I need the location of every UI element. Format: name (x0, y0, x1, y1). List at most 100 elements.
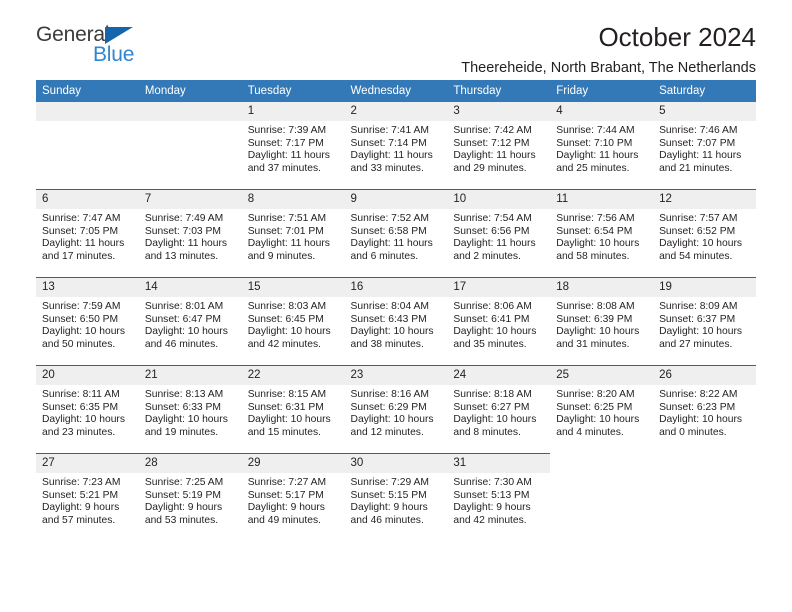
sunrise-text: Sunrise: 8:15 AM (247, 389, 327, 400)
calendar-day-cell[interactable]: 9 Sunrise: 7:52 AM Sunset: 6:58 PM Daylight… (344, 189, 448, 278)
day-number-placeholder (138, 102, 242, 121)
sunset-text: Sunset: 7:14 PM (350, 137, 427, 149)
daylight-text: Daylight: 9 hours and 46 minutes. (350, 502, 428, 526)
calendar-page: General Blue October 2024 Theereheide, N… (0, 0, 792, 612)
calendar-day-cell[interactable]: 11 Sunrise: 7:56 AM Sunset: 6:54 PM Dayligh… (550, 189, 654, 278)
day-details: Sunrise: 7:29 AM Sunset: 5:15 PM Daylight:… (345, 473, 448, 527)
calendar-cell-empty (550, 453, 654, 541)
daylight-text: Daylight: 11 hours and 9 minutes. (247, 238, 330, 262)
daylight-text: Daylight: 10 hours and 46 minutes. (144, 326, 228, 350)
daylight-text: Daylight: 10 hours and 58 minutes. (556, 238, 640, 262)
day-number: 28 (138, 454, 242, 473)
page-header: General Blue October 2024 Theereheide, N… (36, 0, 756, 76)
calendar-day-cell[interactable]: 7 Sunrise: 7:49 AM Sunset: 7:03 PM Daylight… (138, 189, 242, 278)
calendar-day-cell[interactable]: 31 Sunrise: 7:30 AM Sunset: 5:13 PM Dayligh… (447, 453, 551, 541)
sunset-text: Sunset: 6:23 PM (659, 401, 736, 413)
day-number: 7 (138, 190, 242, 209)
calendar-cell-empty (36, 102, 139, 190)
sunset-text: Sunset: 7:07 PM (659, 137, 736, 149)
calendar-grid: Sunday Monday Tuesday Wednesday Thursday… (36, 80, 756, 541)
sunrise-text: Sunrise: 8:08 AM (556, 301, 635, 312)
day-number: 14 (138, 278, 242, 297)
calendar-day-cell[interactable]: 13 Sunrise: 7:59 AM Sunset: 6:50 PM Dayligh… (36, 277, 139, 366)
calendar-day-cell[interactable]: 29 Sunrise: 7:27 AM Sunset: 5:17 PM Dayligh… (241, 453, 345, 541)
logo-text-general: General (36, 23, 110, 46)
day-details: Sunrise: 8:20 AM Sunset: 6:25 PM Daylight:… (550, 385, 653, 439)
sunset-text: Sunset: 7:05 PM (42, 225, 119, 237)
day-details: Sunrise: 7:51 AM Sunset: 7:01 PM Daylight:… (242, 209, 345, 263)
day-number-placeholder (36, 102, 139, 121)
calendar-day-cell[interactable]: 25 Sunrise: 8:20 AM Sunset: 6:25 PM Dayligh… (550, 365, 654, 454)
daylight-text: Daylight: 10 hours and 15 minutes. (247, 414, 331, 438)
sunset-text: Sunset: 6:54 PM (556, 225, 633, 237)
day-details: Sunrise: 8:13 AM Sunset: 6:33 PM Daylight:… (139, 385, 242, 439)
daylight-text: Daylight: 10 hours and 0 minutes. (659, 414, 743, 438)
sunrise-text: Sunrise: 7:47 AM (42, 213, 121, 224)
calendar-day-cell[interactable]: 30 Sunrise: 7:29 AM Sunset: 5:15 PM Dayligh… (344, 453, 448, 541)
sunrise-text: Sunrise: 7:59 AM (42, 301, 121, 312)
day-details: Sunrise: 8:08 AM Sunset: 6:39 PM Daylight:… (550, 297, 653, 351)
daylight-text: Daylight: 11 hours and 25 minutes. (556, 150, 639, 174)
day-details: Sunrise: 7:27 AM Sunset: 5:17 PM Daylight:… (242, 473, 345, 527)
calendar-day-cell[interactable]: 16 Sunrise: 8:04 AM Sunset: 6:43 PM Dayligh… (344, 277, 448, 366)
calendar-week-row: 6 Sunrise: 7:47 AM Sunset: 7:05 PM Daylight… (36, 189, 756, 278)
calendar-day-cell[interactable]: 6 Sunrise: 7:47 AM Sunset: 7:05 PM Daylight… (36, 189, 139, 278)
calendar-week-row: 13 Sunrise: 7:59 AM Sunset: 6:50 PM Dayligh… (36, 277, 756, 366)
day-number: 9 (344, 190, 448, 209)
day-number-placeholder (550, 454, 653, 473)
sunrise-text: Sunrise: 8:16 AM (350, 389, 429, 400)
weekday-header-tuesday: Tuesday (241, 80, 345, 102)
calendar-day-cell[interactable]: 27 Sunrise: 7:23 AM Sunset: 5:21 PM Dayligh… (36, 453, 139, 541)
calendar-day-cell[interactable]: 17 Sunrise: 8:06 AM Sunset: 6:41 PM Dayligh… (447, 277, 551, 366)
calendar-day-cell[interactable]: 12 Sunrise: 7:57 AM Sunset: 6:52 PM Dayligh… (653, 189, 756, 278)
sunrise-text: Sunrise: 8:03 AM (247, 301, 327, 312)
calendar-day-cell[interactable]: 20 Sunrise: 8:11 AM Sunset: 6:35 PM Dayligh… (36, 365, 139, 454)
day-number: 29 (241, 454, 345, 473)
day-details: Sunrise: 8:15 AM Sunset: 6:31 PM Daylight:… (242, 385, 345, 439)
calendar-day-cell[interactable]: 2 Sunrise: 7:41 AM Sunset: 7:14 PM Daylight… (344, 102, 448, 190)
sunset-text: Sunset: 6:31 PM (247, 401, 324, 413)
day-details: Sunrise: 8:22 AM Sunset: 6:23 PM Daylight:… (653, 385, 756, 439)
daylight-text: Daylight: 10 hours and 35 minutes. (453, 326, 537, 350)
calendar-day-cell[interactable]: 22 Sunrise: 8:15 AM Sunset: 6:31 PM Dayligh… (241, 365, 345, 454)
sunrise-text: Sunrise: 7:46 AM (659, 125, 738, 136)
day-number: 23 (344, 366, 448, 385)
sunrise-text: Sunrise: 7:25 AM (144, 477, 224, 488)
general-blue-logo[interactable]: General Blue (36, 24, 196, 74)
calendar-day-cell[interactable]: 4 Sunrise: 7:44 AM Sunset: 7:10 PM Daylight… (550, 102, 654, 190)
daylight-text: Daylight: 9 hours and 53 minutes. (144, 502, 223, 526)
daylight-text: Daylight: 10 hours and 38 minutes. (350, 326, 434, 350)
calendar-day-cell[interactable]: 24 Sunrise: 8:18 AM Sunset: 6:27 PM Dayligh… (447, 365, 551, 454)
calendar-day-cell[interactable]: 21 Sunrise: 8:13 AM Sunset: 6:33 PM Dayligh… (138, 365, 242, 454)
sunset-text: Sunset: 6:25 PM (556, 401, 633, 413)
calendar-day-cell[interactable]: 5 Sunrise: 7:46 AM Sunset: 7:07 PM Daylight… (653, 102, 756, 190)
daylight-text: Daylight: 11 hours and 21 minutes. (659, 150, 742, 174)
calendar-day-cell[interactable]: 14 Sunrise: 8:01 AM Sunset: 6:47 PM Dayligh… (138, 277, 242, 366)
calendar-day-cell[interactable]: 28 Sunrise: 7:25 AM Sunset: 5:19 PM Dayligh… (138, 453, 242, 541)
sunset-text: Sunset: 6:41 PM (453, 313, 530, 325)
day-details: Sunrise: 7:59 AM Sunset: 6:50 PM Daylight:… (36, 297, 139, 351)
daylight-text: Daylight: 10 hours and 42 minutes. (247, 326, 331, 350)
calendar-day-cell[interactable]: 1 Sunrise: 7:39 AM Sunset: 7:17 PM Daylight… (241, 102, 345, 190)
sunrise-text: Sunrise: 7:39 AM (247, 125, 327, 136)
day-number: 19 (653, 278, 756, 297)
sunrise-text: Sunrise: 7:23 AM (42, 477, 121, 488)
day-number: 13 (36, 278, 139, 297)
day-number: 22 (241, 366, 345, 385)
calendar-day-cell[interactable]: 19 Sunrise: 8:09 AM Sunset: 6:37 PM Dayligh… (653, 277, 756, 366)
calendar-day-cell[interactable]: 8 Sunrise: 7:51 AM Sunset: 7:01 PM Daylight… (241, 189, 345, 278)
calendar-day-cell[interactable]: 18 Sunrise: 8:08 AM Sunset: 6:39 PM Dayligh… (550, 277, 654, 366)
calendar-day-cell[interactable]: 23 Sunrise: 8:16 AM Sunset: 6:29 PM Dayligh… (344, 365, 448, 454)
sunset-text: Sunset: 6:43 PM (350, 313, 427, 325)
daylight-text: Daylight: 10 hours and 31 minutes. (556, 326, 640, 350)
sunset-text: Sunset: 7:10 PM (556, 137, 633, 149)
sunrise-text: Sunrise: 7:29 AM (350, 477, 429, 488)
daylight-text: Daylight: 10 hours and 19 minutes. (144, 414, 228, 438)
daylight-text: Daylight: 10 hours and 50 minutes. (42, 326, 125, 350)
calendar-day-cell[interactable]: 26 Sunrise: 8:22 AM Sunset: 6:23 PM Dayligh… (653, 365, 756, 454)
weekday-header-sunday: Sunday (36, 80, 139, 102)
calendar-day-cell[interactable]: 10 Sunrise: 7:54 AM Sunset: 6:56 PM Dayligh… (447, 189, 551, 278)
calendar-day-cell[interactable]: 3 Sunrise: 7:42 AM Sunset: 7:12 PM Daylight… (447, 102, 551, 190)
sunset-text: Sunset: 7:03 PM (144, 225, 221, 237)
calendar-day-cell[interactable]: 15 Sunrise: 8:03 AM Sunset: 6:45 PM Dayligh… (241, 277, 345, 366)
